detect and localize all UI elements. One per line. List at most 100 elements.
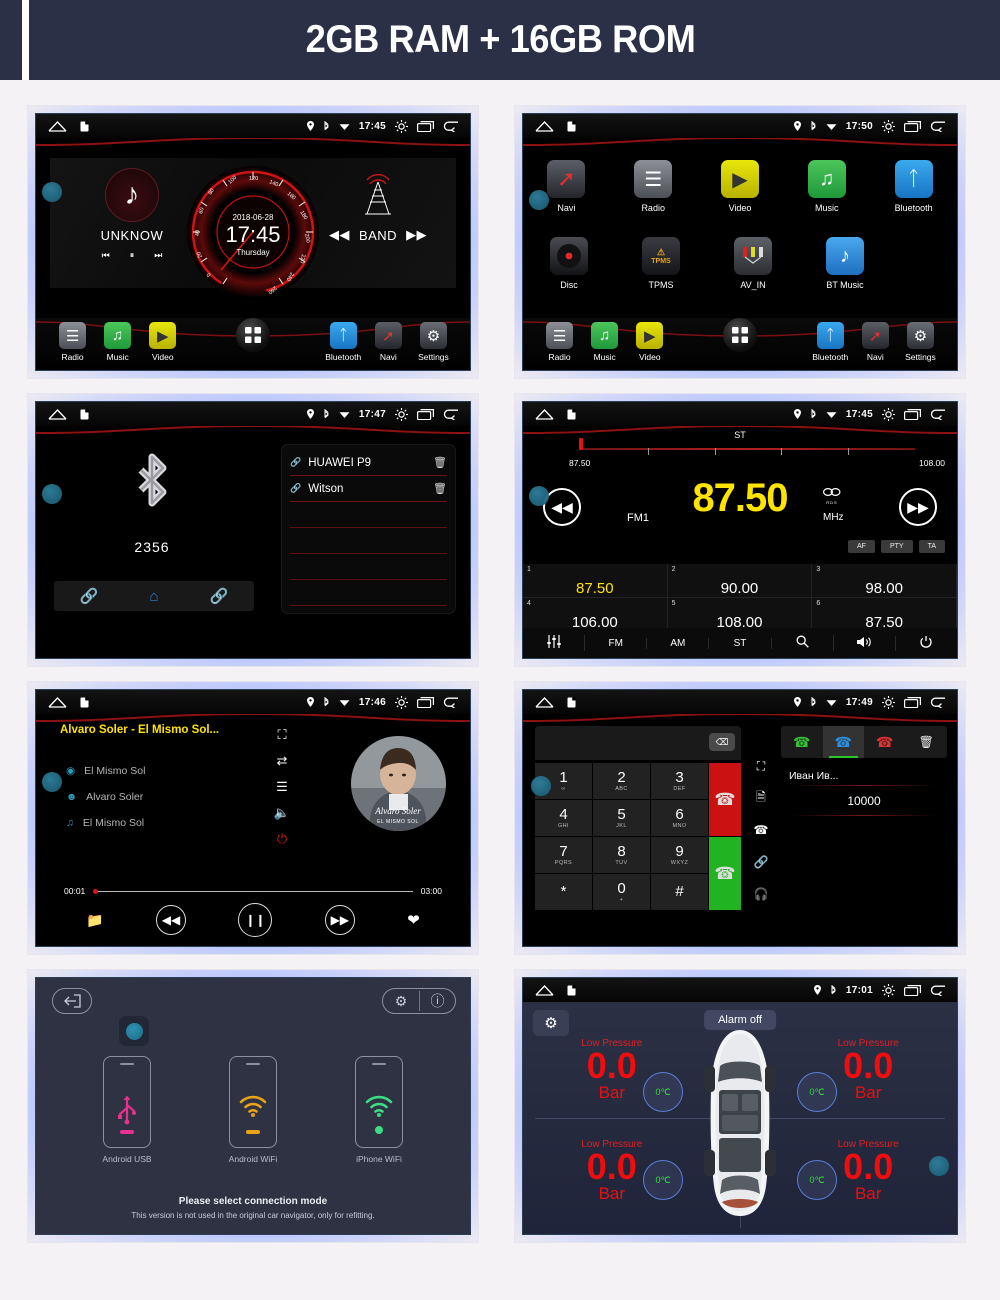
end-call-button[interactable]: ☎	[709, 763, 741, 836]
app-bt-music[interactable]: ♪ BT Music	[817, 237, 873, 290]
mode-android-wifi[interactable]: Android WiFi	[214, 1056, 292, 1164]
home-icon[interactable]: ⌂	[149, 588, 158, 605]
list-item[interactable]: 🔗 Witson 🗑	[290, 476, 447, 502]
band-prev-icon[interactable]: ◀◀	[329, 227, 350, 243]
delete-icon[interactable]: 🗑	[906, 726, 948, 758]
recents-icon[interactable]	[904, 408, 921, 420]
home-next-icon[interactable]: ⏭	[154, 250, 162, 261]
incoming-calls-icon[interactable]: ☎	[822, 726, 864, 758]
lock-icon[interactable]	[80, 409, 89, 420]
gear-icon[interactable]: ⚙	[533, 1010, 569, 1036]
headset-icon[interactable]: 🎧	[749, 878, 773, 910]
home-play-icon[interactable]: ⏸	[130, 250, 135, 261]
back-icon[interactable]	[443, 409, 459, 420]
outgoing-calls-icon[interactable]: ☎	[781, 726, 823, 758]
brightness-icon[interactable]	[882, 695, 895, 709]
app-disc[interactable]: Disc	[541, 237, 597, 290]
equalizer-icon[interactable]: ☰	[268, 774, 296, 800]
mode-iphone-wifi[interactable]: iPhone WiFi	[340, 1056, 418, 1164]
lock-icon[interactable]	[567, 409, 576, 420]
contacts-icon[interactable]: 🗎	[749, 782, 773, 814]
all-apps-button[interactable]	[717, 318, 762, 352]
key-2[interactable]: 2 ABC	[593, 763, 650, 799]
dock-item-navi[interactable]: ➚ Navi	[366, 322, 411, 362]
power-icon[interactable]: ⏻	[268, 826, 296, 852]
unlink-icon[interactable]: 🔗	[210, 587, 229, 605]
dock-item-navi[interactable]: ➚ Navi	[853, 322, 898, 362]
preset-4[interactable]: 4 106.00	[523, 598, 668, 637]
home-radio-widget[interactable]: ◀◀ BAND ▶▶	[318, 174, 438, 243]
home-icon[interactable]	[535, 984, 554, 996]
home-icon[interactable]	[535, 696, 554, 708]
help-icon[interactable]: ⓘ	[419, 991, 455, 1011]
preset-5[interactable]: 5 108.00	[667, 598, 813, 637]
gear-icon[interactable]: ⚙	[383, 993, 419, 1010]
back-icon[interactable]	[930, 121, 946, 132]
key-hash[interactable]: #	[651, 874, 708, 910]
dock-item-settings[interactable]: ⚙ Settings	[898, 322, 943, 362]
key-star[interactable]: *	[535, 874, 592, 910]
contact-number[interactable]: 10000	[781, 794, 947, 808]
key-8[interactable]: 8 TUV	[593, 837, 650, 873]
volume-icon[interactable]	[834, 635, 896, 651]
home-icon[interactable]	[48, 408, 67, 420]
dock-item-radio[interactable]: ☰ Radio	[537, 322, 582, 362]
power-icon[interactable]	[896, 635, 957, 651]
ta-button[interactable]: TA	[918, 540, 945, 553]
preset-1[interactable]: 1 87.50	[523, 564, 668, 604]
brightness-icon[interactable]	[395, 119, 408, 133]
band-next-icon[interactable]: ▶▶	[406, 227, 427, 243]
recents-icon[interactable]	[904, 120, 921, 132]
af-button[interactable]: AF	[847, 540, 875, 553]
key-4[interactable]: 4 GHI	[535, 800, 592, 836]
app-av-in[interactable]: AV_IN	[725, 237, 781, 290]
key-5[interactable]: 5 JKL	[593, 800, 650, 836]
brightness-icon[interactable]	[882, 407, 895, 421]
app-radio[interactable]: ☰ Radio	[628, 160, 679, 213]
lock-icon[interactable]	[80, 121, 89, 132]
dock-item-radio[interactable]: ☰ Radio	[50, 322, 95, 362]
app-tpms[interactable]: ⚠ TPMS TPMS	[633, 237, 689, 290]
seek-bar[interactable]	[93, 888, 413, 894]
volume-icon[interactable]: 🔈	[268, 800, 296, 826]
dock-item-video[interactable]: ▶ Video	[140, 322, 185, 362]
key-0[interactable]: 0 +	[593, 874, 650, 910]
back-icon[interactable]	[443, 121, 459, 132]
app-navi[interactable]: ➚ Navi	[541, 160, 592, 213]
preset-6[interactable]: 6 87.50	[812, 598, 957, 637]
pty-button[interactable]: PTY	[880, 540, 913, 553]
preset-3[interactable]: 3 98.00	[812, 564, 957, 603]
dock-item-bluetooth[interactable]: ᛏ Bluetooth	[808, 322, 853, 362]
recents-icon[interactable]	[904, 984, 921, 996]
delete-icon[interactable]: 🗑	[433, 482, 447, 495]
app-music[interactable]: ♫ Music	[801, 160, 852, 213]
dock-item-music[interactable]: ♫ Music	[95, 322, 140, 362]
home-prev-icon[interactable]: ⏮	[102, 250, 110, 261]
back-icon[interactable]	[930, 409, 946, 420]
equalizer-icon[interactable]	[523, 635, 586, 651]
home-icon[interactable]	[535, 120, 554, 132]
mode-android-usb[interactable]: Android USB	[88, 1056, 166, 1164]
recents-icon[interactable]	[417, 696, 434, 708]
dock-item-music[interactable]: ♫ Music	[582, 322, 627, 362]
app-bluetooth[interactable]: ᛏ Bluetooth	[888, 160, 939, 213]
back-icon[interactable]	[930, 697, 946, 708]
fullscreen-icon[interactable]: ⛶	[268, 722, 296, 748]
dock-item-settings[interactable]: ⚙ Settings	[411, 322, 456, 362]
fm-button[interactable]: FM	[585, 637, 648, 649]
lock-icon[interactable]	[567, 697, 576, 708]
lock-icon[interactable]	[567, 985, 576, 996]
backspace-icon[interactable]: ⌫	[709, 733, 735, 751]
link-icon[interactable]: 🔗	[80, 587, 99, 605]
key-3[interactable]: 3 DEF	[651, 763, 708, 799]
favorite-icon[interactable]: ❤	[407, 911, 420, 929]
fullscreen-icon[interactable]: ⛶	[749, 750, 773, 782]
key-6[interactable]: 6 MNO	[651, 800, 708, 836]
lock-icon[interactable]	[80, 697, 89, 708]
folder-icon[interactable]: 📁	[86, 912, 103, 929]
pause-button[interactable]: ❙❙	[238, 903, 273, 937]
recents-icon[interactable]	[417, 408, 434, 420]
all-apps-button[interactable]	[230, 318, 275, 352]
missed-calls-icon[interactable]: ☎	[864, 726, 906, 758]
dock-item-video[interactable]: ▶ Video	[627, 322, 672, 362]
